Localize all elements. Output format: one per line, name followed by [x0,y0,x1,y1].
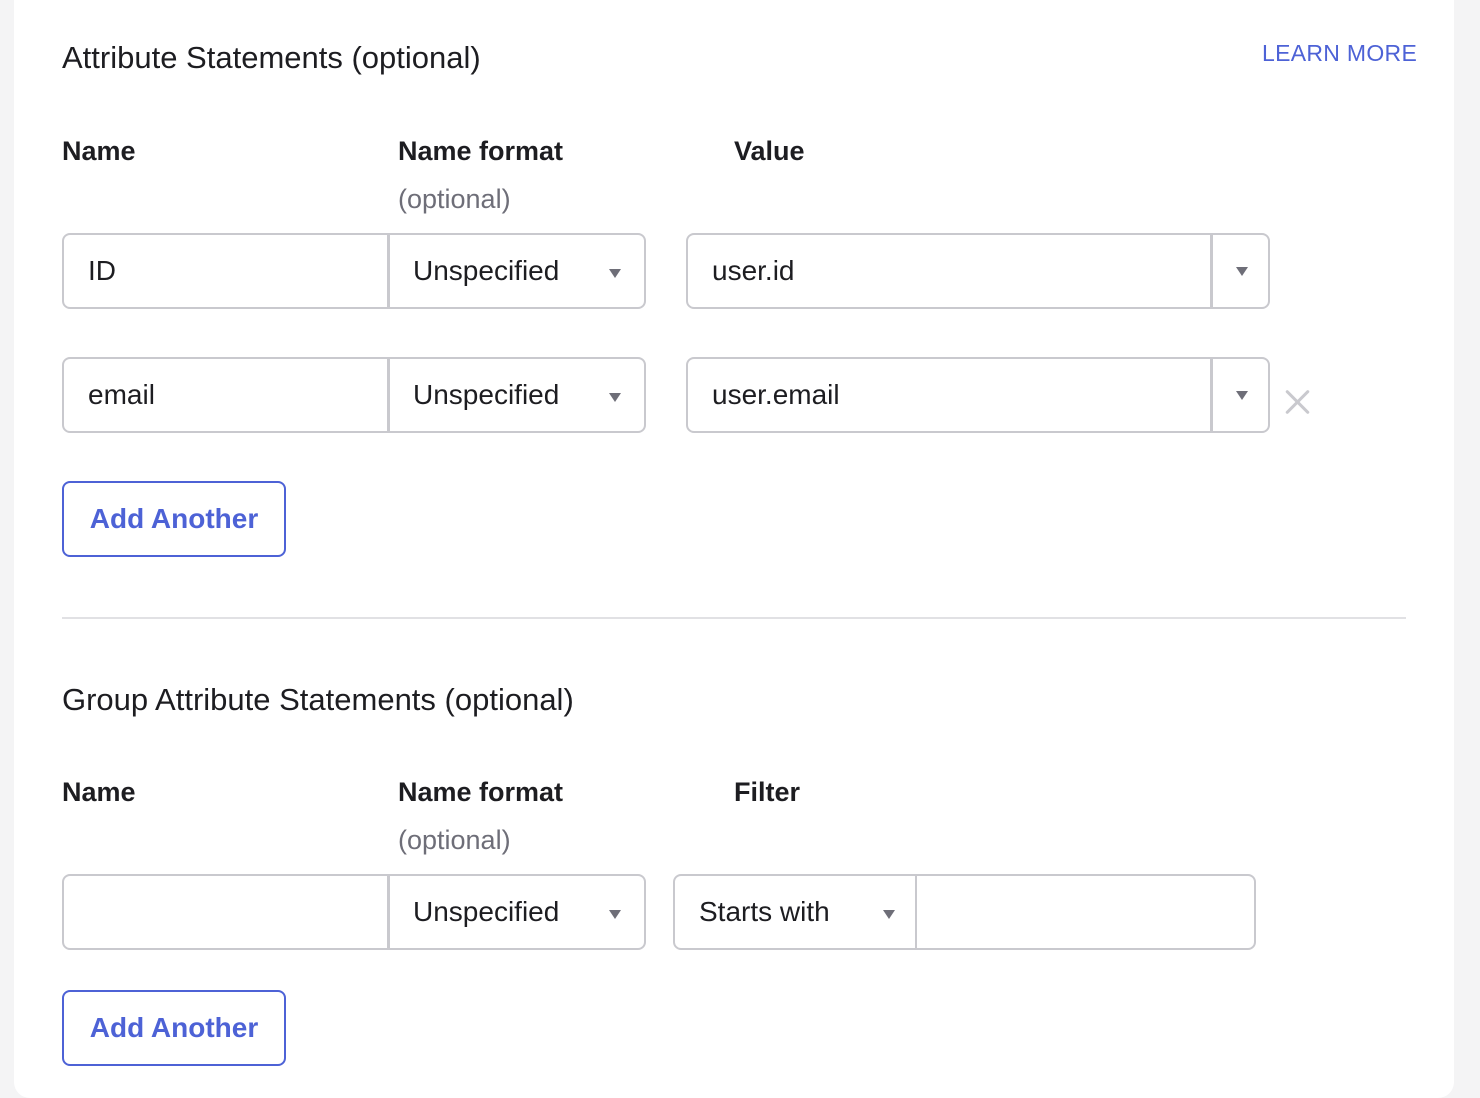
name-format-selected: Unspecified [413,379,560,410]
chevron-down-icon[interactable] [1236,267,1248,276]
attribute-value-combobox[interactable]: user.email [686,357,1270,433]
column-header-name-format-optional: (optional) [398,184,511,214]
attribute-value-combobox[interactable]: user.id [686,233,1270,309]
filter-type-selected: Starts with [699,896,830,927]
attribute-name-input[interactable]: email [62,357,389,433]
attribute-statements-title: Attribute Statements (optional) [62,40,481,75]
attribute-name-value: ID [88,255,116,286]
add-another-group-attribute-button[interactable]: Add Another [62,990,286,1066]
column-header-filter: Filter [734,777,801,807]
chevron-down-icon [609,393,621,402]
attribute-name-value: email [88,379,155,410]
name-format-selected: Unspecified [413,896,560,927]
group-filter-value-input[interactable] [915,874,1256,950]
group-attribute-name-input[interactable] [62,874,389,950]
column-header-name: Name [62,136,136,166]
attribute-name-input[interactable]: ID [62,233,389,309]
column-header-name-format: Name format [398,777,564,807]
group-filter-type-select[interactable]: Starts with [673,874,917,950]
section-divider [62,617,1406,619]
chevron-down-icon [883,910,895,919]
field-divider [387,235,390,307]
column-header-value: Value [734,136,805,166]
attribute-value-text: user.email [712,379,840,410]
add-another-attribute-button[interactable]: Add Another [62,481,286,557]
column-header-name-format-optional: (optional) [398,825,511,855]
group-attribute-name-format-select[interactable]: Unspecified [387,874,646,950]
learn-more-link[interactable]: LEARN MORE [1262,40,1417,67]
chevron-down-icon [609,910,621,919]
field-divider [387,876,390,948]
group-attribute-statements-title: Group Attribute Statements (optional) [62,682,574,717]
attribute-value-text: user.id [712,255,795,286]
column-header-name-format: Name format [398,136,564,166]
chevron-down-icon[interactable] [1236,391,1248,400]
remove-row-close-icon[interactable] [1285,389,1311,415]
attribute-name-format-select[interactable]: Unspecified [387,357,646,433]
name-format-selected: Unspecified [413,255,560,286]
field-divider [1210,359,1213,431]
field-divider [1210,235,1213,307]
column-header-name: Name [62,777,136,807]
chevron-down-icon [609,269,621,278]
field-divider [387,359,390,431]
attribute-name-format-select[interactable]: Unspecified [387,233,646,309]
